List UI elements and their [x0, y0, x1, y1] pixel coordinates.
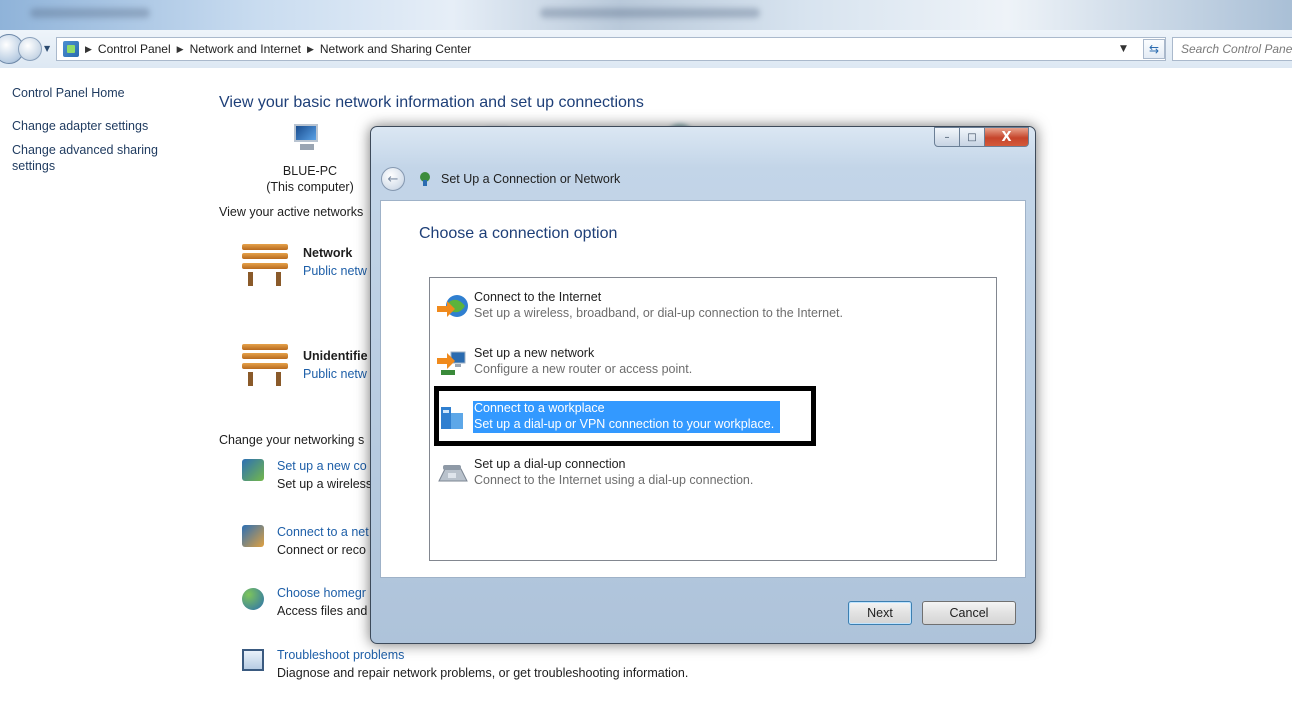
page-title: View your basic network information and …	[219, 94, 644, 111]
option-title: Set up a new network	[474, 346, 595, 360]
network-type-link[interactable]: Public netw	[303, 264, 367, 278]
recent-pages-dropdown-icon[interactable]: ▼	[44, 44, 50, 53]
maximize-button[interactable]: □	[960, 127, 985, 147]
search-input[interactable]: Search Control Panel	[1172, 37, 1292, 61]
option-connect-internet[interactable]: Connect to the Internet Set up a wireles…	[435, 288, 991, 334]
new-network-icon	[437, 351, 466, 375]
option-title: Connect to a workplace	[474, 401, 605, 415]
task-setup-connection-desc: Set up a wireless,	[277, 477, 376, 491]
window-title-strip	[0, 0, 1292, 30]
cancel-button[interactable]: Cancel	[922, 601, 1016, 625]
bench-network-icon	[240, 344, 290, 388]
address-row: ▼ ▶ Control Panel ▶ Network and Internet…	[0, 30, 1292, 68]
option-dialup[interactable]: Set up a dial-up connection Connect to t…	[435, 455, 991, 501]
control-panel-home-link[interactable]: Control Panel Home	[12, 86, 192, 100]
network-name: Network	[303, 246, 353, 260]
chevron-right-icon[interactable]: ▶	[177, 44, 184, 55]
control-panel-icon	[63, 41, 79, 57]
computer-label: BLUE-PC (This computer)	[240, 163, 380, 195]
task-troubleshoot-link[interactable]: Troubleshoot problems	[277, 648, 404, 662]
breadcrumb-control-panel[interactable]: Control Panel	[98, 42, 171, 56]
option-description: Connect to the Internet using a dial-up …	[474, 473, 754, 487]
next-button[interactable]: Next	[848, 601, 912, 625]
option-title: Connect to the Internet	[474, 290, 602, 304]
network-setup-icon	[242, 459, 264, 481]
change-adapter-settings-link[interactable]: Change adapter settings	[12, 118, 192, 134]
globe-internet-icon	[437, 295, 468, 317]
address-bar[interactable]: ▶ Control Panel ▶ Network and Internet ▶…	[56, 37, 1166, 61]
task-connect-network-desc: Connect or reco	[277, 543, 366, 557]
breadcrumb-sharing-center[interactable]: Network and Sharing Center	[320, 42, 471, 56]
dialog-heading: Choose a connection option	[419, 225, 618, 242]
dialup-phone-icon	[438, 465, 468, 482]
connection-option-list[interactable]: Connect to the Internet Set up a wireles…	[429, 277, 997, 561]
refresh-button[interactable]: ⇆	[1143, 39, 1165, 59]
forward-button[interactable]	[18, 37, 42, 61]
bench-network-icon	[240, 244, 290, 288]
network-type-link[interactable]: Public netw	[303, 367, 367, 381]
setup-connection-dialog: – □ X ← Set Up a Connection or Network C…	[370, 126, 1036, 644]
arrow-left-icon: ←	[387, 171, 399, 187]
task-homegroup-link[interactable]: Choose homegr	[277, 586, 366, 600]
option-connect-workplace[interactable]: Connect to a workplace Set up a dial-up …	[435, 399, 991, 445]
dialog-back-button[interactable]: ←	[381, 167, 405, 191]
workplace-icon	[441, 407, 463, 429]
left-nav: Control Panel Home Change adapter settin…	[12, 86, 192, 182]
change-advanced-sharing-link[interactable]: Change advanced sharing settings	[12, 142, 162, 174]
chevron-right-icon[interactable]: ▶	[85, 44, 92, 55]
active-networks-label: View your active networks	[219, 205, 364, 219]
option-description: Configure a new router or access point.	[474, 362, 693, 376]
option-title: Set up a dial-up connection	[474, 457, 626, 471]
task-troubleshoot-desc: Diagnose and repair network problems, or…	[277, 666, 689, 680]
breadcrumb-network-internet[interactable]: Network and Internet	[190, 42, 301, 56]
computer-name: BLUE-PC	[282, 164, 338, 178]
computer-sub: (This computer)	[266, 180, 354, 194]
blurred-title-text	[540, 8, 760, 18]
close-button[interactable]: X	[985, 127, 1029, 147]
homegroup-icon	[242, 588, 264, 610]
task-connect-network-link[interactable]: Connect to a net	[277, 525, 369, 539]
task-homegroup-desc: Access files and	[277, 604, 368, 618]
network-name: Unidentifie	[303, 349, 368, 363]
window-controls: – □ X	[934, 127, 1029, 147]
chevron-right-icon[interactable]: ▶	[307, 44, 314, 55]
option-description: Set up a dial-up or VPN connection to yo…	[474, 417, 775, 431]
address-dropdown-icon[interactable]: ▼	[1120, 44, 1127, 54]
option-new-network[interactable]: Set up a new network Configure a new rou…	[435, 344, 991, 390]
refresh-icon: ⇆	[1148, 42, 1160, 56]
troubleshoot-icon	[242, 649, 264, 671]
dialog-content: Choose a connection option Connect to th…	[380, 200, 1026, 578]
blurred-title-icon	[30, 8, 150, 18]
minimize-button[interactable]: –	[934, 127, 960, 147]
network-wizard-icon	[420, 172, 430, 186]
connect-network-icon	[242, 525, 264, 547]
option-description: Set up a wireless, broadband, or dial-up…	[474, 306, 843, 320]
task-setup-connection-link[interactable]: Set up a new co	[277, 459, 367, 473]
computer-icon	[290, 122, 322, 152]
dialog-title: Set Up a Connection or Network	[441, 172, 621, 186]
change-networking-label: Change your networking s	[219, 433, 365, 447]
